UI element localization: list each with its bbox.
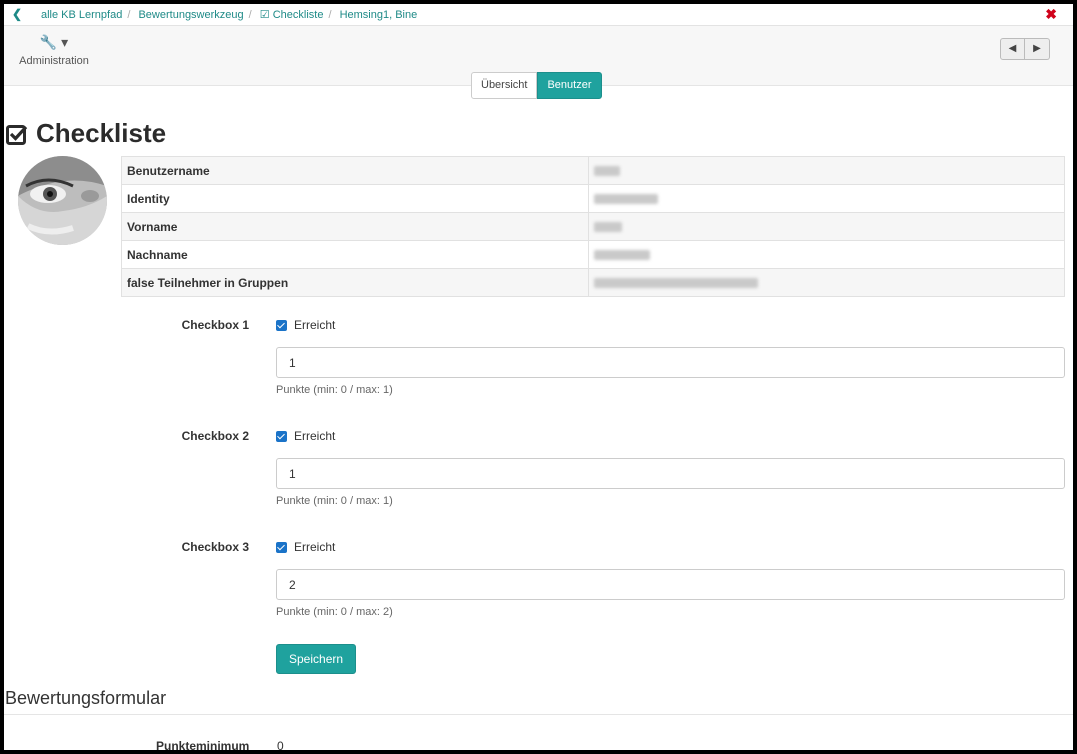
info-value-redacted bbox=[588, 240, 1065, 269]
save-button[interactable]: Speichern bbox=[276, 644, 357, 674]
window: ❮ alle KB Lernpfad / Bewertungswerkzeug / … bbox=[4, 4, 1073, 750]
next-button[interactable]: ▶ bbox=[1025, 38, 1050, 60]
info-key: Identity bbox=[121, 184, 589, 213]
close-icon[interactable]: ✖ bbox=[1045, 6, 1057, 23]
info-value-redacted bbox=[588, 212, 1065, 241]
points-help: Punkte (min: 0 / max: 1) bbox=[276, 495, 393, 507]
back-chevron-icon[interactable]: ❮ bbox=[12, 7, 22, 21]
administration-menu[interactable]: 🔧 ▾ Administration bbox=[18, 34, 90, 67]
checkbox-checked-icon bbox=[276, 541, 287, 553]
administration-label: Administration bbox=[19, 55, 89, 67]
achieved-checkbox[interactable]: Erreicht bbox=[276, 318, 335, 332]
points-input-2[interactable] bbox=[276, 458, 1065, 489]
avatar bbox=[18, 156, 107, 245]
table-row: Benutzername bbox=[121, 156, 1065, 185]
triangle-right-icon: ▶ bbox=[1033, 43, 1041, 54]
info-value-redacted bbox=[588, 184, 1065, 213]
table-row: Vorname bbox=[121, 212, 1065, 241]
breadcrumb-checklist-label: Checkliste bbox=[272, 9, 324, 21]
breadcrumb-item-tool[interactable]: Bewertungswerkzeug bbox=[138, 9, 243, 21]
breadcrumb-item-checklist[interactable]: ☑ Checkliste bbox=[260, 9, 324, 21]
previous-button[interactable]: ◀ bbox=[1000, 38, 1025, 60]
breadcrumb-item-user[interactable]: Hemsing1, Bine bbox=[340, 9, 418, 21]
achieved-checkbox[interactable]: Erreicht bbox=[276, 540, 335, 554]
table-row: false Teilnehmer in Gruppen bbox=[121, 268, 1065, 297]
wrench-icon: 🔧 ▾ bbox=[39, 34, 69, 50]
points-help: Punkte (min: 0 / max: 2) bbox=[276, 606, 393, 618]
breadcrumb: ❮ alle KB Lernpfad / Bewertungswerkzeug / … bbox=[4, 4, 1073, 26]
info-key: Nachname bbox=[121, 240, 589, 269]
user-info-table: Benutzername Identity Vorname Nachname f… bbox=[121, 156, 1065, 297]
min-points-value: 0 bbox=[277, 739, 284, 750]
min-points-label: Punkteminimum bbox=[156, 739, 250, 750]
checkbox-label: Checkbox 2 bbox=[181, 429, 249, 443]
divider bbox=[4, 714, 1073, 715]
table-row: Identity bbox=[121, 184, 1065, 213]
page-title-text: Checkliste bbox=[36, 118, 167, 148]
achieved-label: Erreicht bbox=[294, 429, 336, 443]
points-help: Punkte (min: 0 / max: 1) bbox=[276, 384, 393, 396]
tab-overview[interactable]: Übersicht bbox=[471, 72, 538, 99]
section-title: Bewertungsformular bbox=[5, 688, 167, 708]
points-input-3[interactable] bbox=[276, 569, 1065, 600]
table-row: Nachname bbox=[121, 240, 1065, 269]
achieved-label: Erreicht bbox=[294, 540, 336, 554]
triangle-left-icon: ◀ bbox=[1008, 43, 1017, 54]
breadcrumb-item-course[interactable]: alle KB Lernpfad bbox=[41, 9, 122, 21]
page-title: Checkliste bbox=[6, 118, 166, 149]
achieved-checkbox[interactable]: Erreicht bbox=[276, 429, 335, 443]
info-value-redacted bbox=[588, 268, 1065, 297]
checkbox-checked-icon bbox=[276, 430, 287, 442]
info-key: Vorname bbox=[121, 212, 589, 241]
checked-box-icon bbox=[6, 124, 28, 145]
checklist-icon: ☑ bbox=[259, 9, 270, 21]
info-key: Benutzername bbox=[121, 156, 589, 185]
checkbox-checked-icon bbox=[276, 319, 287, 331]
pager: ◀ ▶ bbox=[1000, 38, 1050, 60]
view-switch: Übersicht Benutzer bbox=[471, 72, 602, 99]
checkbox-label: Checkbox 3 bbox=[181, 540, 249, 554]
avatar-image bbox=[18, 156, 107, 245]
achieved-label: Erreicht bbox=[294, 318, 336, 332]
points-input-1[interactable] bbox=[276, 347, 1065, 378]
checkbox-label: Checkbox 1 bbox=[181, 318, 249, 332]
tab-users[interactable]: Benutzer bbox=[537, 72, 602, 99]
info-key: false Teilnehmer in Gruppen bbox=[121, 268, 589, 297]
info-value-redacted bbox=[588, 156, 1065, 185]
